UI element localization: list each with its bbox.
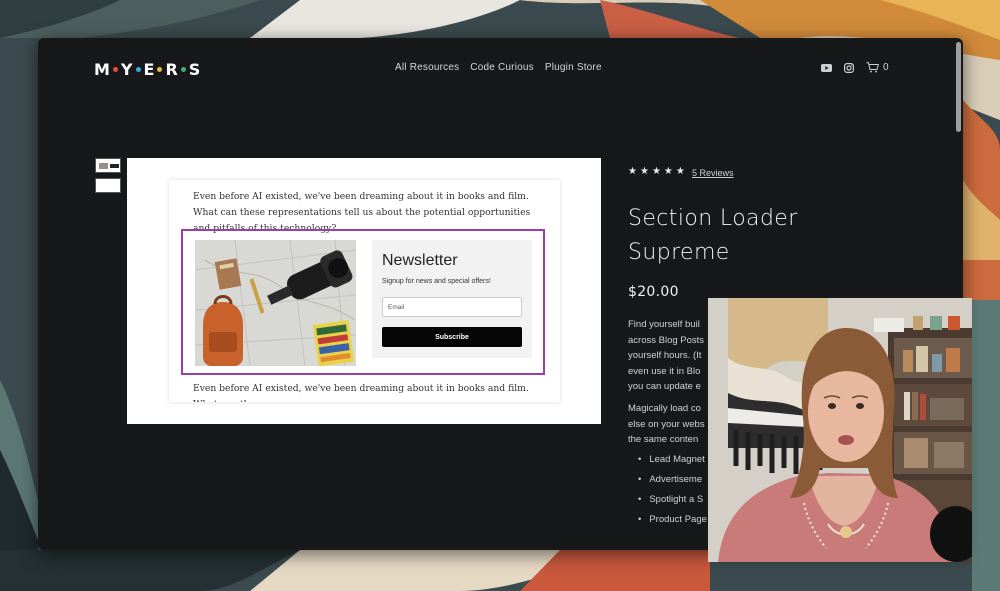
- product-description-2: Magically load co else on your webs the …: [628, 403, 705, 445]
- logo-letter: Y: [120, 59, 133, 79]
- cart-icon: [866, 62, 879, 73]
- instagram-icon[interactable]: [844, 62, 854, 73]
- product-main-image: Even before AI existed, we've been dream…: [127, 158, 601, 424]
- star-icon: ★: [628, 166, 637, 177]
- list-item: Spotlight a S: [638, 494, 718, 514]
- newsletter-email-field[interactable]: Email: [382, 297, 522, 317]
- nav-all-resources[interactable]: All Resources: [395, 62, 459, 73]
- desk-photo: [195, 240, 356, 366]
- star-icon: ★: [675, 166, 685, 177]
- logo-dot: [157, 66, 163, 72]
- star-icon: ★: [639, 166, 649, 177]
- product-thumbnail-1[interactable]: [95, 158, 121, 173]
- product-price: $20.00: [628, 284, 679, 300]
- logo-dot: [135, 66, 141, 72]
- newsletter-title: Newsletter: [382, 252, 458, 269]
- main-nav: All Resources Code Curious Plugin Store: [395, 62, 602, 73]
- youtube-icon[interactable]: [821, 63, 832, 72]
- logo-letter: E: [143, 59, 155, 79]
- product-thumbnail-2[interactable]: [95, 178, 121, 193]
- webcam-overlay: [708, 298, 972, 562]
- star-icon: ★: [651, 166, 661, 177]
- preview-document: Even before AI existed, we've been dream…: [169, 180, 560, 402]
- scrollbar[interactable]: [956, 42, 961, 132]
- star-icon: ★: [663, 166, 673, 177]
- list-item: Lead Magnet: [638, 454, 718, 474]
- product-description-1: Find yourself buil across Blog Posts you…: [628, 319, 705, 392]
- site-logo[interactable]: M Y E R S: [94, 59, 201, 79]
- logo-dot: [180, 66, 186, 72]
- newsletter-subtitle: Signup for news and special offers!: [382, 278, 491, 285]
- rating-stars: ★ ★ ★ ★ ★: [628, 167, 685, 177]
- logo-letter: S: [188, 59, 201, 79]
- list-item: Product Page: [638, 514, 718, 534]
- nav-code-curious[interactable]: Code Curious: [470, 62, 534, 73]
- product-title: Section Loader Supreme: [628, 206, 798, 265]
- logo-letter: R: [165, 59, 178, 79]
- logo-letter: M: [94, 59, 110, 79]
- cart-count: 0: [883, 62, 889, 73]
- reviews-link[interactable]: 5 Reviews: [692, 168, 734, 178]
- newsletter-box: Newsletter Signup for news and special o…: [372, 240, 532, 358]
- newsletter-section-frame: Newsletter Signup for news and special o…: [181, 229, 545, 375]
- preview-paragraph-bottom: Even before AI existed, we've been dream…: [193, 383, 529, 402]
- logo-dot: [112, 66, 118, 72]
- list-item: Advertiseme: [638, 474, 718, 494]
- header-icons: 0: [821, 62, 889, 73]
- subscribe-button[interactable]: Subscribe: [382, 327, 522, 347]
- feature-list: Lead Magnet Advertiseme Spotlight a S Pr…: [638, 454, 718, 534]
- nav-plugin-store[interactable]: Plugin Store: [545, 62, 602, 73]
- cart-button[interactable]: 0: [866, 62, 889, 73]
